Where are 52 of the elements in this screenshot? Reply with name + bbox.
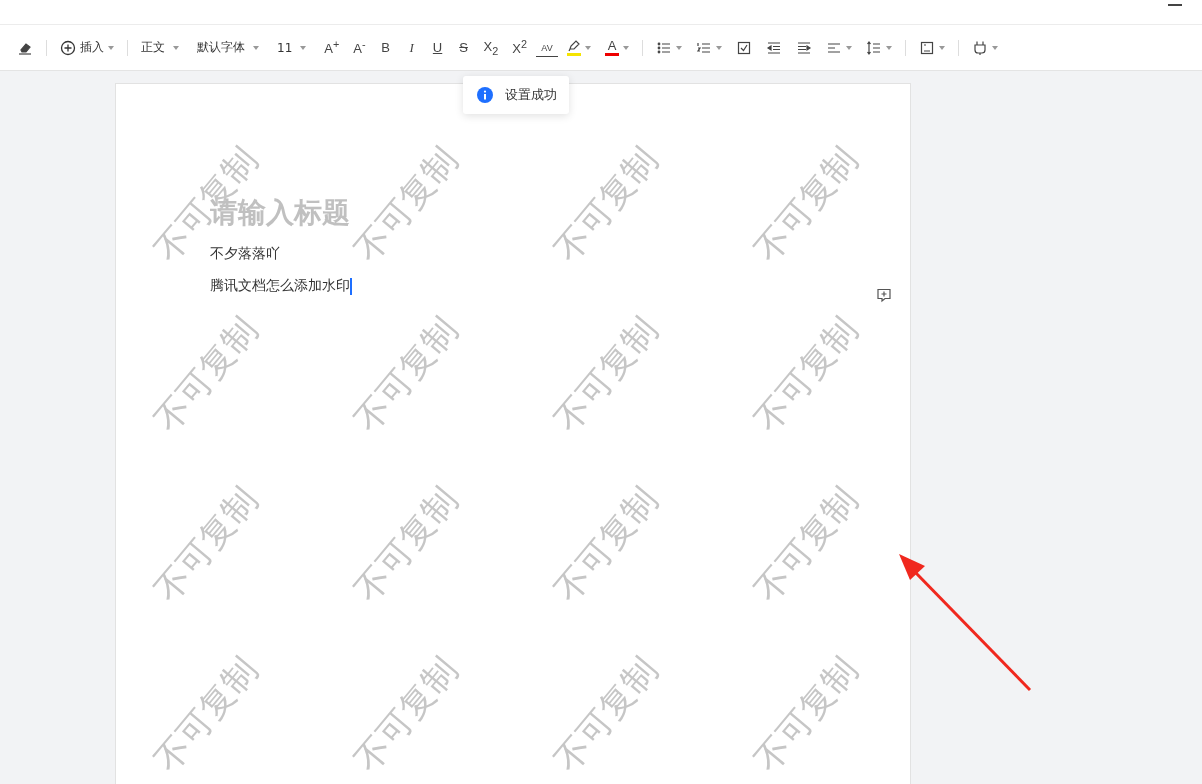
caret-icon — [885, 45, 892, 50]
watermark-text: 不可复制 — [746, 649, 866, 779]
format-button[interactable]: A$^{+}$ — [319, 34, 345, 61]
format-button[interactable]: B — [374, 34, 397, 61]
caret-icon — [938, 45, 945, 50]
format-button[interactable]: I — [400, 34, 423, 61]
format-button[interactable]: U — [426, 34, 449, 61]
insert-menu-button[interactable]: 插入 — [55, 34, 119, 61]
caret-icon — [108, 45, 114, 50]
caret-icon — [253, 45, 259, 50]
font-color-button[interactable]: A — [599, 34, 634, 61]
format-button[interactable]: AV — [535, 38, 558, 57]
watermark-text: 不可复制 — [346, 309, 466, 439]
outdent-icon — [765, 39, 782, 56]
watermark-text: 不可复制 — [146, 479, 266, 609]
format-button[interactable]: X$_{2}$ — [478, 34, 504, 61]
indent-icon — [795, 39, 812, 56]
frame-icon — [918, 39, 935, 56]
watermark-text: 不可复制 — [546, 309, 666, 439]
caret-icon — [622, 45, 629, 50]
text-cursor — [350, 277, 352, 295]
caret-icon — [845, 45, 852, 50]
info-icon — [477, 87, 493, 103]
watermark-text: 不可复制 — [746, 309, 866, 439]
caret-icon — [715, 45, 722, 50]
line-spacing-icon — [865, 39, 882, 56]
watermark-text: 不可复制 — [546, 139, 666, 269]
watermark-text: 不可复制 — [346, 649, 466, 779]
caret-icon — [675, 45, 682, 50]
add-comment-icon[interactable] — [876, 287, 892, 303]
format-button[interactable]: S — [452, 34, 475, 61]
format-button[interactable]: X$^{2}$ — [507, 34, 532, 61]
watermark-text: 不可复制 — [546, 649, 666, 779]
watermark-text: 不可复制 — [546, 479, 666, 609]
watermark-text: 不可复制 — [746, 139, 866, 269]
caret-icon — [173, 45, 179, 50]
plug-icon — [971, 39, 988, 56]
toast-message: 设置成功 — [505, 86, 557, 104]
style-dropdown[interactable]: 默认字体 — [192, 34, 264, 61]
caret-icon — [991, 45, 998, 50]
plus-circle-icon — [60, 39, 76, 56]
caret-icon — [300, 45, 307, 50]
watermark-text: 不可复制 — [146, 649, 266, 779]
checkbox-icon — [735, 39, 752, 56]
caret-icon — [584, 45, 591, 50]
style-dropdown[interactable]: 11 — [272, 34, 312, 61]
watermark-text: 不可复制 — [346, 479, 466, 609]
style-dropdown[interactable]: 正文 — [136, 34, 184, 61]
watermark-text: 不可复制 — [746, 479, 866, 609]
format-button[interactable]: A$^{-}$ — [348, 34, 371, 61]
watermark-text: 不可复制 — [146, 309, 266, 439]
highlighter-icon — [566, 39, 581, 52]
